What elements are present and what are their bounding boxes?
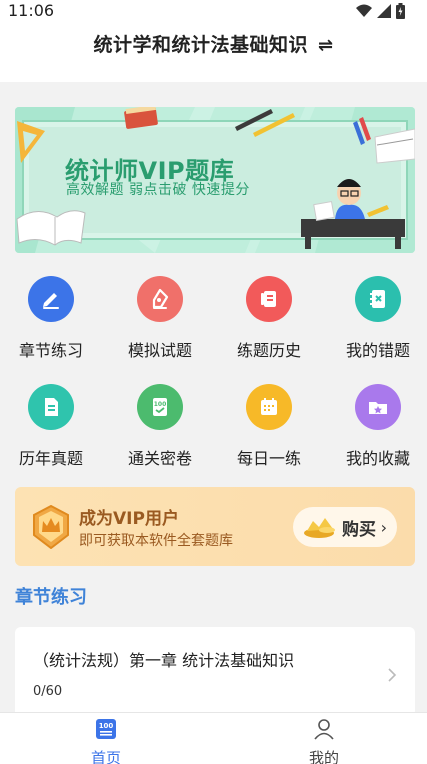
history-book-icon bbox=[246, 276, 292, 322]
svg-text:100: 100 bbox=[154, 401, 167, 408]
chapter-progress: 0/60 bbox=[33, 684, 63, 699]
menu-secret-papers[interactable]: 100 通关密卷 bbox=[115, 384, 205, 469]
wifi-icon bbox=[356, 4, 372, 17]
status-icons bbox=[356, 3, 405, 19]
menu-label: 章节练习 bbox=[18, 341, 83, 360]
app-header: 统计学和统计法基础知识 ⇌ bbox=[0, 24, 427, 82]
menu-past-exams[interactable]: 历年真题 bbox=[6, 384, 96, 469]
vip-subtitle: 即可获取本软件全套题库 bbox=[79, 533, 233, 549]
menu-daily-practice[interactable]: 每日一练 bbox=[224, 384, 314, 469]
vip-title: 成为VIP用户 bbox=[79, 509, 179, 529]
gold-coins-icon bbox=[304, 518, 335, 538]
buy-button-label: 购买 bbox=[342, 519, 376, 540]
status-time: 11:06 bbox=[8, 1, 55, 20]
menu-mock-exam[interactable]: 模拟试题 bbox=[115, 276, 205, 361]
tab-label: 首页 bbox=[90, 749, 121, 764]
menu-practice-history[interactable]: 练题历史 bbox=[224, 276, 314, 361]
menu-label: 历年真题 bbox=[18, 449, 83, 468]
chevron-right-icon bbox=[388, 668, 397, 682]
error-notebook-icon bbox=[355, 276, 401, 322]
tab-home[interactable]: 100 首页 bbox=[66, 718, 146, 764]
tab-label: 我的 bbox=[308, 749, 339, 764]
bottom-tab-bar: 100 首页 我的 bbox=[0, 712, 427, 764]
subject-switcher[interactable]: 统计学和统计法基础知识 ⇌ bbox=[0, 30, 427, 57]
buy-button[interactable]: 购买 › bbox=[293, 507, 397, 547]
menu-my-favorites[interactable]: 我的收藏 bbox=[333, 384, 423, 469]
vip-banner[interactable]: 统计师VIP题库 高效解题 弱点击破 快速提分 bbox=[15, 107, 415, 253]
pen-icon bbox=[137, 276, 183, 322]
calendar-icon bbox=[246, 384, 292, 430]
menu-label: 通关密卷 bbox=[127, 449, 192, 468]
status-bar: 11:06 bbox=[0, 0, 427, 24]
svg-text:100: 100 bbox=[99, 722, 114, 730]
battery-icon bbox=[396, 3, 405, 19]
swap-icon[interactable]: ⇌ bbox=[318, 35, 334, 56]
menu-label: 练题历史 bbox=[236, 341, 301, 360]
signal-icon bbox=[377, 4, 391, 18]
vip-promo-card[interactable]: 成为VIP用户 即可获取本软件全套题库 购买 › bbox=[15, 487, 415, 566]
menu-chapter-practice[interactable]: 章节练习 bbox=[6, 276, 96, 361]
page-title: 统计学和统计法基础知识 bbox=[93, 34, 308, 56]
menu-label: 每日一练 bbox=[236, 449, 301, 468]
menu-label: 我的错题 bbox=[345, 341, 410, 360]
menu-label: 模拟试题 bbox=[127, 341, 192, 360]
crown-badge-icon bbox=[33, 505, 69, 549]
home-100-icon: 100 bbox=[96, 719, 116, 739]
chapter-title: （统计法规）第一章 统计法基础知识 bbox=[33, 651, 295, 670]
chapter-card[interactable]: （统计法规）第一章 统计法基础知识 0/60 bbox=[15, 627, 415, 717]
star-folder-icon bbox=[355, 384, 401, 430]
menu-my-mistakes[interactable]: 我的错题 bbox=[333, 276, 423, 361]
banner-subtitle: 高效解题 弱点击破 快速提分 bbox=[66, 182, 250, 198]
chevron-right-icon: › bbox=[380, 518, 387, 537]
tab-mine[interactable]: 我的 bbox=[284, 718, 364, 764]
menu-label: 我的收藏 bbox=[345, 449, 410, 468]
section-title: 章节练习 bbox=[15, 587, 87, 608]
user-icon bbox=[314, 719, 334, 740]
edit-icon bbox=[28, 276, 74, 322]
score-paper-icon: 100 bbox=[137, 384, 183, 430]
document-icon bbox=[28, 384, 74, 430]
